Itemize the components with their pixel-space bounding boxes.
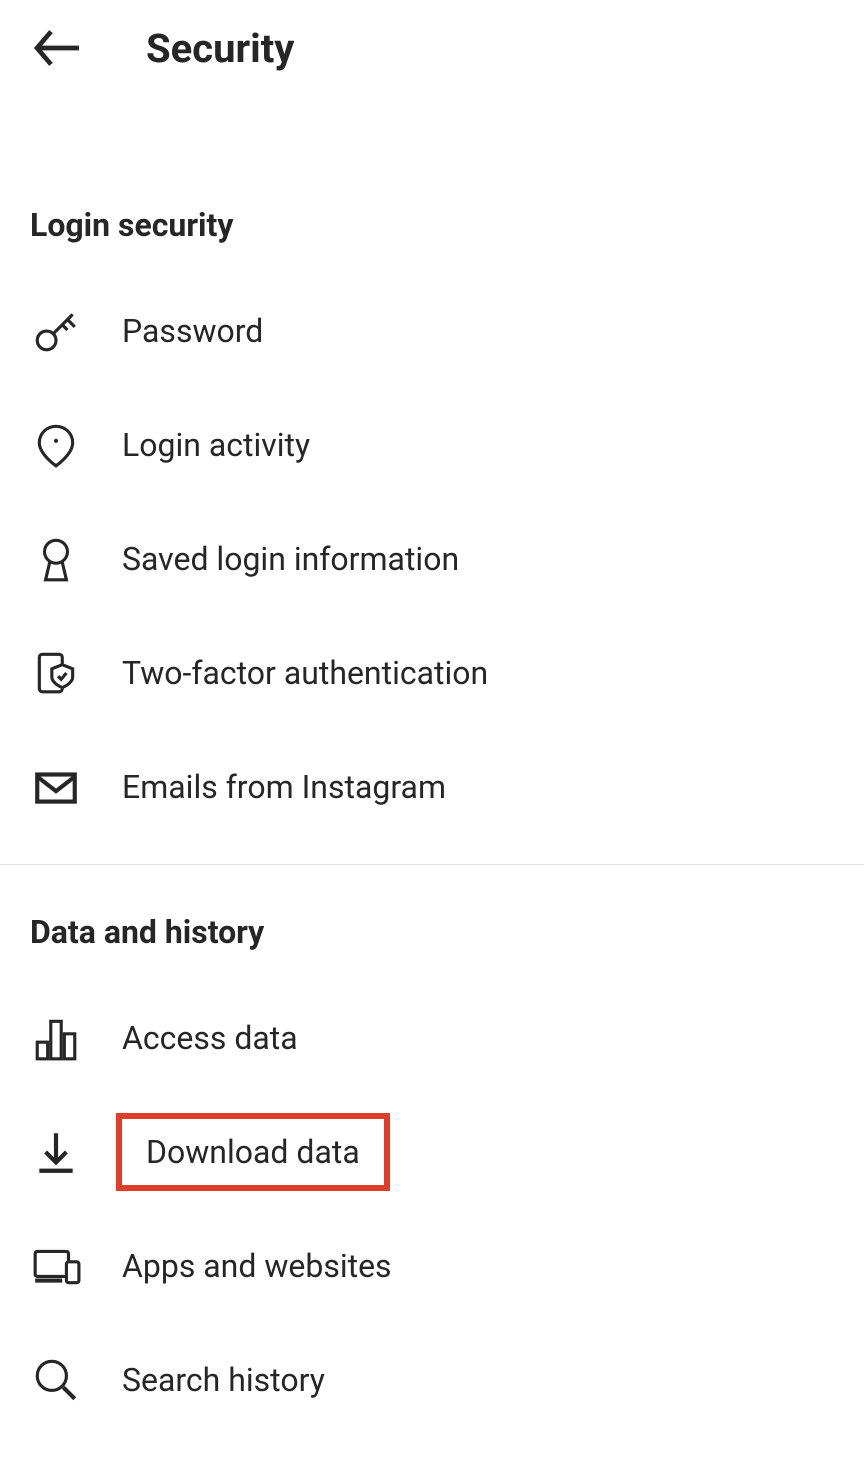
devices-icon xyxy=(30,1240,82,1292)
back-button[interactable] xyxy=(30,20,86,76)
menu-label: Search history xyxy=(122,1361,325,1399)
arrow-left-icon xyxy=(30,20,86,76)
header: Security xyxy=(0,0,864,96)
menu-label: Access data xyxy=(122,1019,298,1057)
menu-label: Password xyxy=(122,312,263,350)
section-header-login-security: Login security xyxy=(30,206,834,244)
phone-shield-icon xyxy=(30,647,82,699)
section-header-data-history: Data and history xyxy=(30,913,834,951)
menu-item-saved-login[interactable]: Saved login information xyxy=(30,502,834,616)
menu-item-password[interactable]: Password xyxy=(30,274,834,388)
download-icon xyxy=(30,1126,82,1178)
menu-label: Login activity xyxy=(122,426,310,464)
menu-item-search-history[interactable]: Search history xyxy=(30,1323,834,1437)
menu-item-two-factor[interactable]: Two-factor authentication xyxy=(30,616,834,730)
location-pin-icon xyxy=(30,419,82,471)
menu-item-emails[interactable]: Emails from Instagram xyxy=(30,730,834,844)
menu-label: Apps and websites xyxy=(122,1247,392,1285)
search-icon xyxy=(30,1354,82,1406)
menu-item-apps-websites[interactable]: Apps and websites xyxy=(30,1209,834,1323)
menu-item-login-activity[interactable]: Login activity xyxy=(30,388,834,502)
menu-item-download-data[interactable]: Download data xyxy=(30,1095,834,1209)
menu-label: Emails from Instagram xyxy=(122,768,446,806)
menu-label-highlighted: Download data xyxy=(116,1113,390,1191)
menu-item-access-data[interactable]: Access data xyxy=(30,981,834,1095)
menu-label: Saved login information xyxy=(122,540,459,578)
data-history-section: Data and history Access data Download da… xyxy=(0,913,864,1437)
envelope-icon xyxy=(30,761,82,813)
divider xyxy=(0,864,864,865)
key-icon xyxy=(30,305,82,357)
menu-label: Two-factor authentication xyxy=(122,654,488,692)
login-security-section: Login security Password Login activity S… xyxy=(0,206,864,844)
page-title: Security xyxy=(146,25,294,72)
bar-chart-icon xyxy=(30,1012,82,1064)
keyhole-icon xyxy=(30,533,82,585)
